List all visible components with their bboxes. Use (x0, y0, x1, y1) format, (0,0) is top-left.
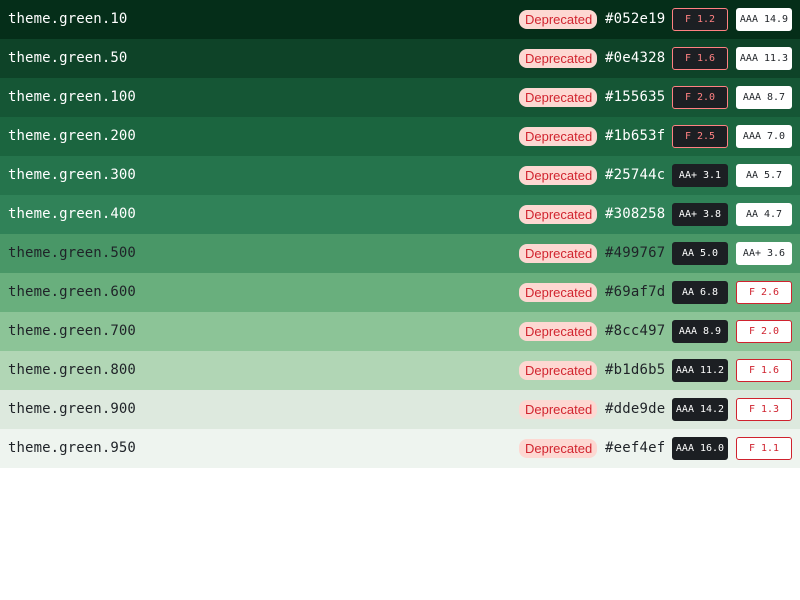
token-name: theme.green.200 (8, 128, 136, 144)
color-token-row[interactable]: theme.green.200 Deprecated #1b653f F 2.5 AAA… (0, 117, 800, 156)
contrast-on-dark-chip: AA 5.0 (672, 242, 728, 265)
deprecated-badge: Deprecated (519, 10, 597, 29)
hex-value[interactable]: #dde9de (605, 390, 665, 429)
token-name: theme.green.400 (8, 206, 136, 222)
color-token-row[interactable]: theme.green.300 Deprecated #25744c AA+ 3.1 A… (0, 156, 800, 195)
contrast-on-dark-chip: F 1.6 (672, 47, 728, 70)
deprecated-badge: Deprecated (519, 322, 597, 341)
color-token-row[interactable]: theme.green.500 Deprecated #499767 AA 5.0 AA… (0, 234, 800, 273)
contrast-on-light-chip: F 2.0 (736, 320, 792, 343)
contrast-on-dark-chip: F 1.2 (672, 8, 728, 31)
hex-value[interactable]: #25744c (605, 156, 665, 195)
color-token-list: theme.green.10 Deprecated #052e19 F 1.2 AAA … (0, 0, 800, 468)
hex-value[interactable]: #eef4ef (605, 429, 665, 468)
contrast-on-light-chip: AA 4.7 (736, 203, 792, 226)
contrast-on-dark-chip: AAA 8.9 (672, 320, 728, 343)
hex-value[interactable]: #1b653f (605, 117, 665, 156)
token-name: theme.green.700 (8, 323, 136, 339)
deprecated-badge: Deprecated (519, 205, 597, 224)
contrast-on-dark-chip: AAA 11.2 (672, 359, 728, 382)
hex-value[interactable]: #0e4328 (605, 39, 665, 78)
contrast-on-dark-chip: AAA 14.2 (672, 398, 728, 421)
contrast-on-light-chip: AA+ 3.6 (736, 242, 792, 265)
hex-value[interactable]: #8cc497 (605, 312, 665, 351)
hex-value[interactable]: #69af7d (605, 273, 665, 312)
contrast-on-light-chip: F 1.6 (736, 359, 792, 382)
contrast-on-light-chip: AAA 8.7 (736, 86, 792, 109)
hex-value[interactable]: #b1d6b5 (605, 351, 665, 390)
deprecated-badge: Deprecated (519, 88, 597, 107)
contrast-on-light-chip: AA 5.7 (736, 164, 792, 187)
color-token-row[interactable]: theme.green.900 Deprecated #dde9de AAA 14.2… (0, 390, 800, 429)
deprecated-badge: Deprecated (519, 166, 597, 185)
contrast-on-dark-chip: F 2.5 (672, 125, 728, 148)
deprecated-badge: Deprecated (519, 244, 597, 263)
token-name: theme.green.300 (8, 167, 136, 183)
hex-value[interactable]: #308258 (605, 195, 665, 234)
deprecated-badge: Deprecated (519, 439, 597, 458)
color-token-row[interactable]: theme.green.400 Deprecated #308258 AA+ 3.8 A… (0, 195, 800, 234)
deprecated-badge: Deprecated (519, 49, 597, 68)
token-name: theme.green.800 (8, 362, 136, 378)
token-name: theme.green.50 (8, 50, 128, 66)
deprecated-badge: Deprecated (519, 361, 597, 380)
token-name: theme.green.100 (8, 89, 136, 105)
token-name: theme.green.10 (8, 11, 128, 27)
color-token-row[interactable]: theme.green.950 Deprecated #eef4ef AAA 16.0… (0, 429, 800, 468)
color-token-row[interactable]: theme.green.50 Deprecated #0e4328 F 1.6 AAA … (0, 39, 800, 78)
token-name: theme.green.950 (8, 440, 136, 456)
color-token-row[interactable]: theme.green.700 Deprecated #8cc497 AAA 8.9 F… (0, 312, 800, 351)
contrast-on-dark-chip: AA+ 3.8 (672, 203, 728, 226)
contrast-on-dark-chip: AAA 16.0 (672, 437, 728, 460)
token-name: theme.green.600 (8, 284, 136, 300)
contrast-on-dark-chip: AA+ 3.1 (672, 164, 728, 187)
deprecated-badge: Deprecated (519, 400, 597, 419)
contrast-on-dark-chip: AA 6.8 (672, 281, 728, 304)
hex-value[interactable]: #155635 (605, 78, 665, 117)
color-token-row[interactable]: theme.green.100 Deprecated #155635 F 2.0 AAA… (0, 78, 800, 117)
deprecated-badge: Deprecated (519, 127, 597, 146)
hex-value[interactable]: #499767 (605, 234, 665, 273)
color-token-row[interactable]: theme.green.800 Deprecated #b1d6b5 AAA 11.2… (0, 351, 800, 390)
contrast-on-dark-chip: F 2.0 (672, 86, 728, 109)
contrast-on-light-chip: AAA 11.3 (736, 47, 792, 70)
hex-value[interactable]: #052e19 (605, 0, 665, 39)
contrast-on-light-chip: F 1.1 (736, 437, 792, 460)
color-token-row[interactable]: theme.green.10 Deprecated #052e19 F 1.2 AAA … (0, 0, 800, 39)
color-token-row[interactable]: theme.green.600 Deprecated #69af7d AA 6.8 F … (0, 273, 800, 312)
deprecated-badge: Deprecated (519, 283, 597, 302)
contrast-on-light-chip: F 1.3 (736, 398, 792, 421)
token-name: theme.green.500 (8, 245, 136, 261)
contrast-on-light-chip: AAA 7.0 (736, 125, 792, 148)
token-name: theme.green.900 (8, 401, 136, 417)
contrast-on-light-chip: F 2.6 (736, 281, 792, 304)
contrast-on-light-chip: AAA 14.9 (736, 8, 792, 31)
